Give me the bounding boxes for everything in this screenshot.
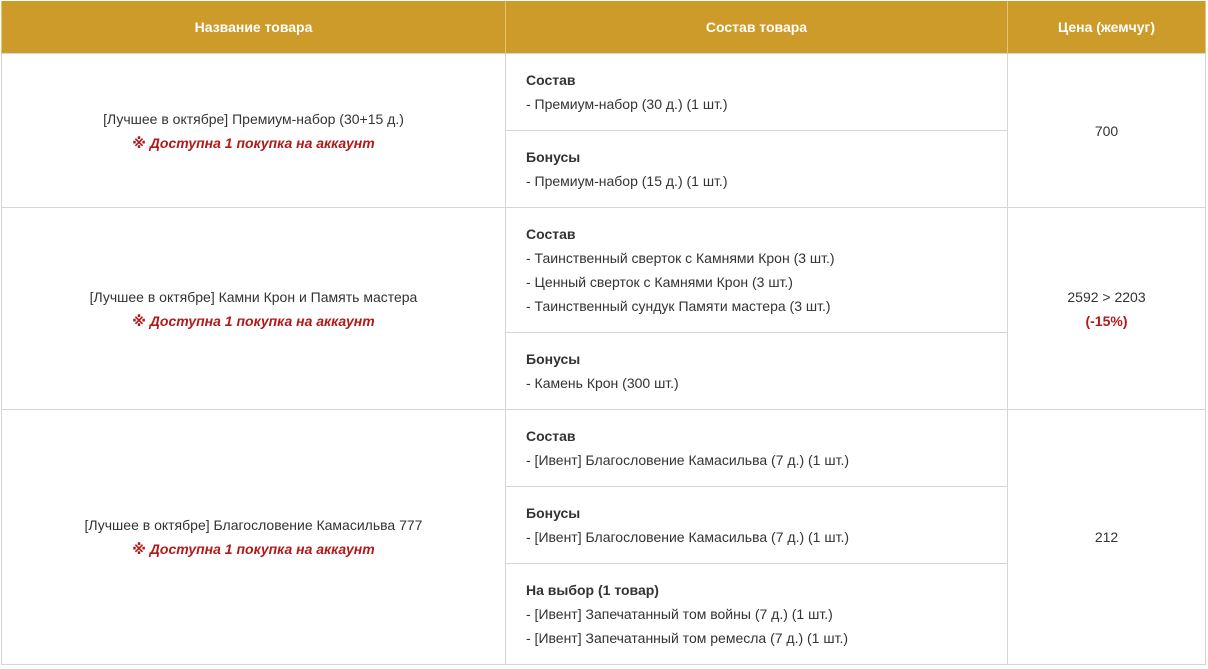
discount-badge: (-15%) [1085,312,1128,329]
product-price: 700 [1094,122,1119,139]
section-title: Бонусы [526,351,581,367]
product-name: [Лучшее в октябре] Премиум-набор (30+15 … [103,110,404,127]
purchase-limit: ※ Доступна 1 покупка на аккаунт [132,541,375,557]
section-item: - [Ивент] Благословение Камасильва (7 д.… [526,452,849,468]
product-name: [Лучшее в октябре] Камни Крон и Память м… [89,288,418,305]
content-section: Состав - Таинственный сверток с Камнями … [506,208,1007,333]
section-item: - Камень Крон (300 шт.) [526,375,679,391]
section-item: - Ценный сверток с Камнями Крон (3 шт.) [526,274,793,290]
content-section: На выбор (1 товар) - [Ивент] Запечатанны… [506,564,1007,664]
section-title: Состав [526,226,576,242]
product-name-cell: [Лучшее в октябре] Камни Крон и Память м… [1,207,506,410]
product-content-cell: Состав - [Ивент] Благословение Камасильв… [505,409,1008,665]
section-item: - [Ивент] Запечатанный том ремесла (7 д.… [526,630,848,646]
content-section: Бонусы - Камень Крон (300 шт.) [506,333,1007,409]
content-section: Бонусы - [Ивент] Благословение Камасильв… [506,487,1007,564]
content-section: Состав - [Ивент] Благословение Камасильв… [506,410,1007,487]
product-price: 212 [1094,529,1119,545]
purchase-limit: ※ Доступна 1 покупка на аккаунт [132,312,375,329]
product-name-cell: [Лучшее в октябре] Премиум-набор (30+15 … [1,53,506,208]
section-title: На выбор (1 товар) [526,582,659,598]
table-row: [Лучшее в октябре] Премиум-набор (30+15 … [1,53,1206,208]
product-name-cell: [Лучшее в октябре] Благословение Камасил… [1,409,506,665]
product-price-cell: 2592 > 2203 (-15%) [1007,207,1206,410]
content-section: Бонусы - Премиум-набор (15 д.) (1 шт.) [506,131,1007,207]
section-item: - Премиум-набор (30 д.) (1 шт.) [526,96,728,112]
table-header-row: Название товара Состав товара Цена (жемч… [1,1,1206,54]
table-row: [Лучшее в октябре] Благословение Камасил… [1,409,1206,665]
table-row: [Лучшее в октябре] Камни Крон и Память м… [1,207,1206,410]
section-item: - [Ивент] Благословение Камасильва (7 д.… [526,529,849,545]
header-price: Цена (жемчуг) [1007,1,1206,54]
section-title: Состав [526,428,576,444]
section-title: Бонусы [526,505,581,521]
page: Название товара Состав товара Цена (жемч… [0,0,1208,669]
section-item: - Премиум-набор (15 д.) (1 шт.) [526,173,728,189]
product-price-cell: 212 [1007,409,1206,665]
purchase-limit: ※ Доступна 1 покупка на аккаунт [132,134,375,151]
header-name: Название товара [1,1,506,54]
header-content: Состав товара [505,1,1008,54]
section-title: Бонусы [526,149,581,165]
section-item: - Таинственный сверток с Камнями Крон (3… [526,250,835,266]
section-title: Состав [526,72,576,88]
content-section: Состав - Премиум-набор (30 д.) (1 шт.) [506,54,1007,131]
product-name: [Лучшее в октябре] Благословение Камасил… [84,517,423,533]
product-table: Название товара Состав товара Цена (жемч… [1,1,1206,665]
product-content-cell: Состав - Премиум-набор (30 д.) (1 шт.) Б… [505,53,1008,208]
product-price-cell: 700 [1007,53,1206,208]
section-item: - Таинственный сундук Памяти мастера (3 … [526,298,831,314]
product-content-cell: Состав - Таинственный сверток с Камнями … [505,207,1008,410]
section-item: - [Ивент] Запечатанный том войны (7 д.) … [526,606,833,622]
product-price: 2592 > 2203 [1067,288,1146,305]
